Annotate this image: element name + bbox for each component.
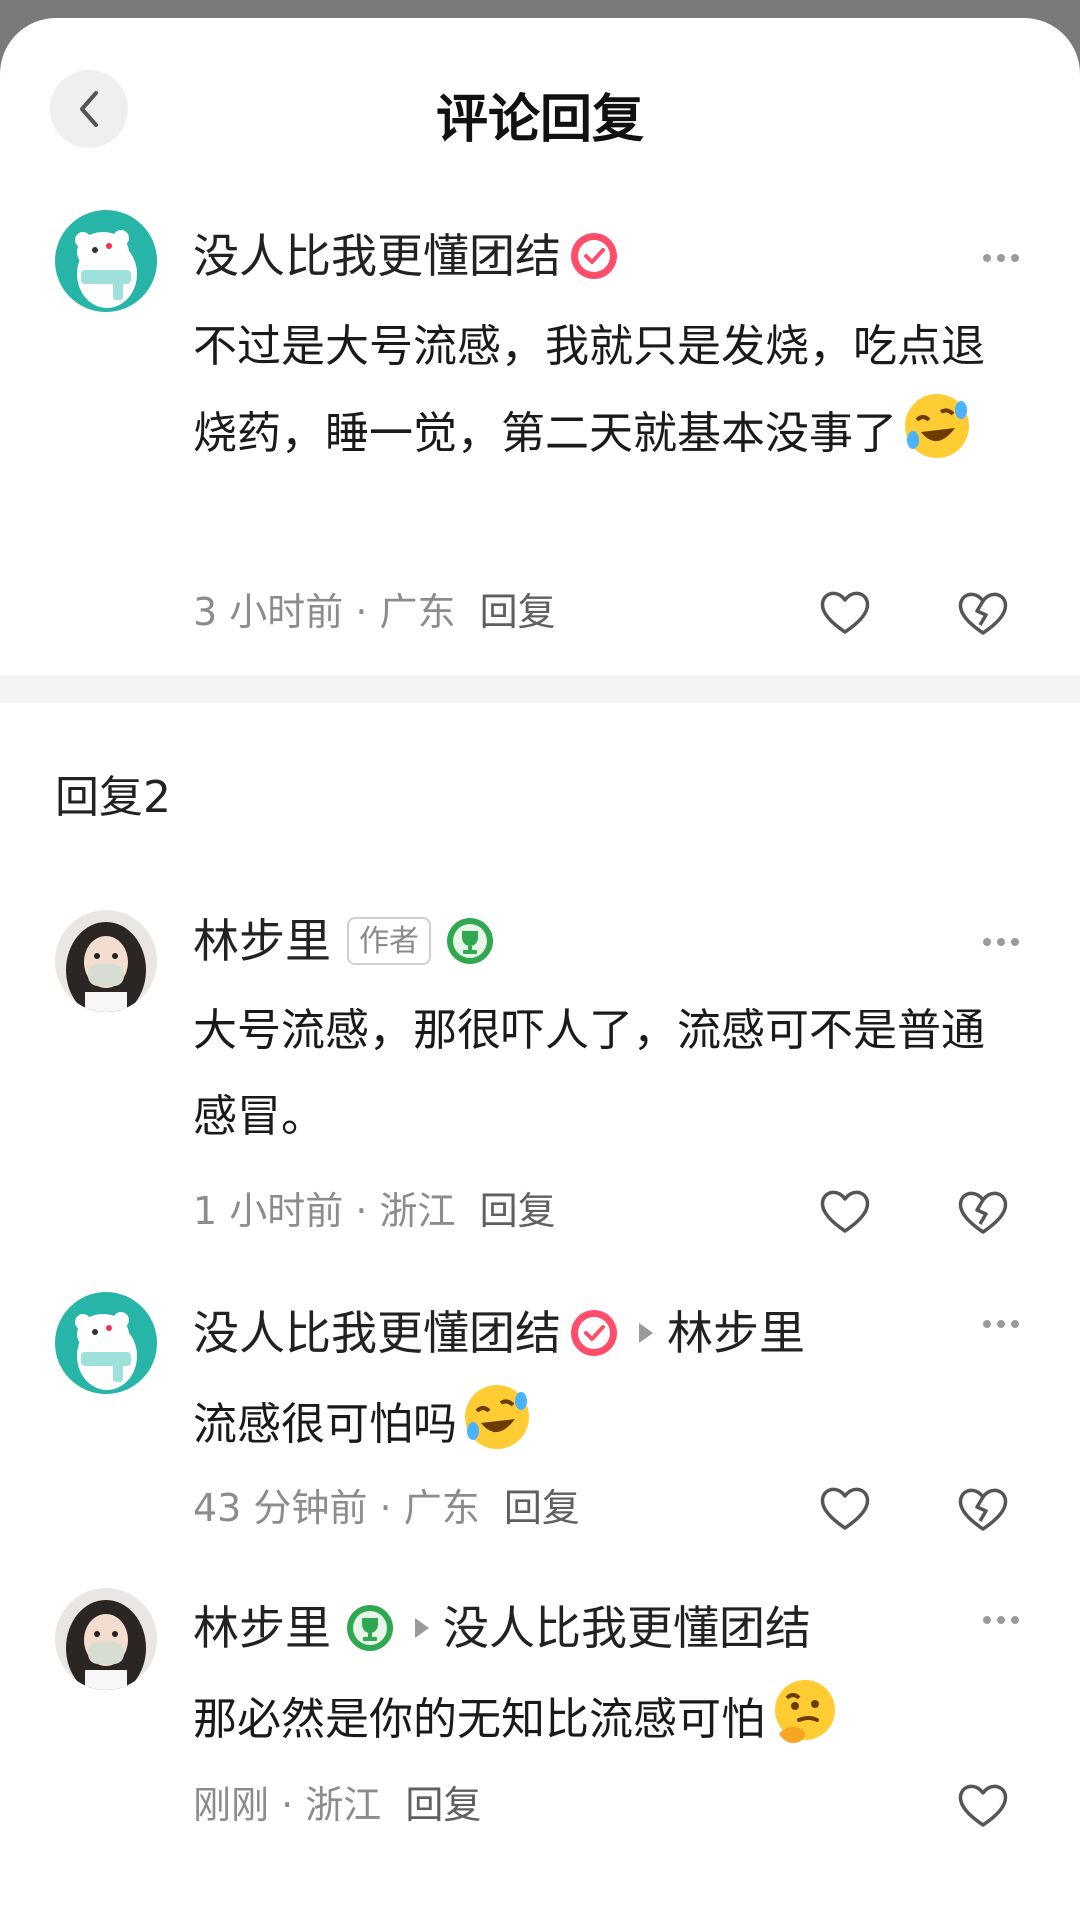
reply-to-arrow-icon (639, 1323, 653, 1343)
reply-button[interactable]: 回复 (504, 1486, 580, 1530)
comment-reply-sheet: 评论回复 没人比我更懂团结 不过是大号流感，我就只是发烧，吃点退烧药，睡一觉，第… (0, 18, 1080, 1910)
separator: · (379, 1486, 392, 1530)
timestamp: 43 分钟前 (193, 1486, 368, 1530)
more-icon[interactable] (982, 1615, 1020, 1625)
timestamp: 3 小时前 (193, 590, 344, 634)
comment-meta: 3 小时前 · 广东 回复 (193, 587, 556, 637)
heart-icon[interactable] (818, 588, 872, 636)
separator: · (355, 1189, 368, 1233)
avatar[interactable] (55, 210, 157, 312)
reply-to-arrow-icon (415, 1618, 429, 1638)
timestamp: 1 小时前 (193, 1189, 344, 1233)
reply-header: 没人比我更懂团结 林步里 (193, 1301, 805, 1365)
reply-button[interactable]: 回复 (480, 590, 556, 634)
comment-body: 不过是大号流感，我就只是发烧，吃点退烧药，睡一觉，第二天就基本没事了 (193, 304, 1013, 477)
reply-body: 流感很可怕吗 (193, 1381, 1013, 1468)
reply-header: 林步里 作者 (193, 909, 495, 973)
reply-meta: 1 小时前 · 浙江 回复 (193, 1186, 556, 1236)
reply-text: 那必然是你的无知比流感可怕 (193, 1694, 765, 1745)
username[interactable]: 林步里 (193, 909, 331, 973)
reply-meta: 刚刚 · 浙江 回复 (193, 1780, 481, 1830)
avatar[interactable] (55, 1588, 157, 1690)
trophy-badge-icon (447, 918, 493, 964)
heart-icon[interactable] (956, 1781, 1010, 1829)
rofl-emoji (905, 394, 969, 458)
reply-header: 林步里 没人比我更懂团结 (193, 1596, 811, 1660)
header: 评论回复 (0, 18, 1080, 208)
reply-to-username[interactable]: 没人比我更懂团结 (443, 1596, 811, 1660)
rofl-emoji (465, 1385, 529, 1449)
username[interactable]: 没人比我更懂团结 (193, 224, 561, 288)
separator: · (281, 1783, 294, 1827)
username[interactable]: 林步里 (193, 1596, 331, 1660)
reply-button[interactable]: 回复 (405, 1783, 481, 1827)
heart-icon[interactable] (818, 1187, 872, 1235)
verified-icon (571, 1310, 617, 1356)
more-icon[interactable] (982, 937, 1020, 947)
author-badge: 作者 (347, 917, 431, 965)
more-icon[interactable] (982, 253, 1020, 263)
broken-heart-icon[interactable] (956, 587, 1010, 637)
replies-section-title: 回复2 (55, 772, 171, 823)
comment-header: 没人比我更懂团结 (193, 224, 619, 288)
timestamp: 刚刚 (193, 1783, 270, 1827)
trophy-badge-icon (347, 1605, 393, 1651)
section-divider (0, 675, 1080, 703)
reply-meta: 43 分钟前 · 广东 回复 (193, 1483, 580, 1533)
more-icon[interactable] (982, 1319, 1020, 1329)
location: 广东 (403, 1486, 480, 1530)
reply-button[interactable]: 回复 (480, 1189, 556, 1233)
thinking-emoji (775, 1680, 835, 1743)
username[interactable]: 没人比我更懂团结 (193, 1301, 561, 1365)
comment-text: 不过是大号流感，我就只是发烧，吃点退烧药，睡一觉，第二天就基本没事了 (193, 321, 985, 459)
separator: · (355, 590, 368, 634)
verified-icon (571, 233, 617, 279)
reply-body: 那必然是你的无知比流感可怕 (193, 1676, 1013, 1763)
location: 广东 (379, 590, 456, 634)
avatar[interactable] (55, 910, 157, 1012)
reply-text: 流感很可怕吗 (193, 1399, 457, 1450)
broken-heart-icon[interactable] (956, 1186, 1010, 1236)
broken-heart-icon[interactable] (956, 1483, 1010, 1533)
page-title: 评论回复 (435, 90, 644, 150)
location: 浙江 (379, 1189, 456, 1233)
avatar[interactable] (55, 1292, 157, 1394)
heart-icon[interactable] (818, 1484, 872, 1532)
reply-to-username[interactable]: 林步里 (667, 1301, 805, 1365)
location: 浙江 (305, 1783, 382, 1827)
reply-body: 大号流感，那很吓人了，流感可不是普通感冒。 (193, 1005, 985, 1142)
